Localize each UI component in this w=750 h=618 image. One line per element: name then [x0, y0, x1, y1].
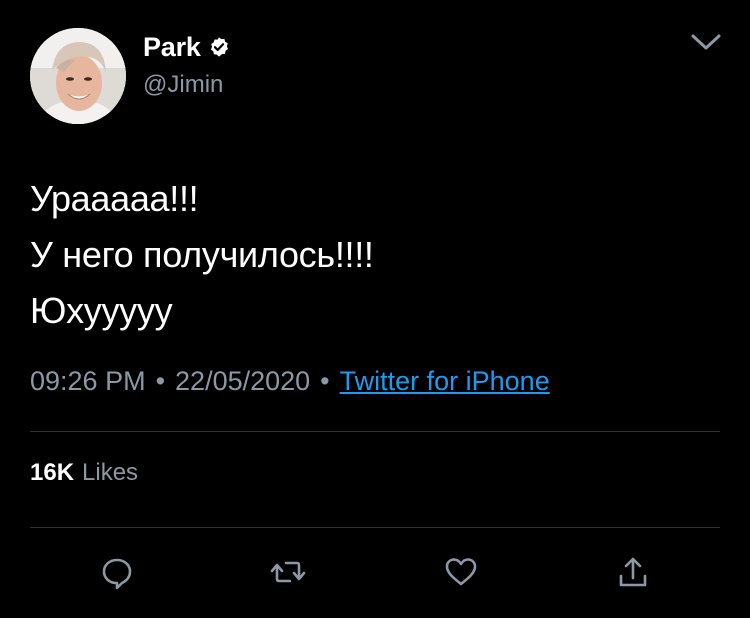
- likes-stat[interactable]: 16K Likes: [30, 456, 138, 490]
- tweet-text-line: Юхууууу: [30, 290, 173, 331]
- reply-icon: [102, 558, 132, 590]
- reply-button[interactable]: [97, 552, 137, 592]
- tweet-detail: Park @Jimin Урааааа!!! У него получилось…: [0, 0, 750, 618]
- divider: [30, 527, 720, 528]
- tweet-date: 22/05/2020: [175, 365, 311, 396]
- tweet-text-line: У него получилось!!!!: [30, 234, 374, 275]
- tweet-meta: 09:26 PM • 22/05/2020 • Twitter for iPho…: [30, 362, 550, 400]
- source-link[interactable]: Twitter for iPhone: [340, 366, 550, 397]
- like-button[interactable]: [441, 552, 481, 592]
- retweet-icon: [270, 561, 306, 583]
- meta-separator: •: [155, 365, 166, 396]
- display-name-row: Park: [143, 30, 230, 64]
- retweet-button[interactable]: [268, 552, 308, 592]
- likes-label: Likes: [82, 459, 139, 486]
- user-handle[interactable]: @Jimin: [143, 71, 230, 99]
- author-block: Park @Jimin: [143, 30, 230, 99]
- chevron-down-icon[interactable]: [690, 32, 722, 52]
- tweet-text-line: Урааааа!!!: [30, 178, 199, 219]
- avatar[interactable]: [30, 28, 126, 124]
- tweet-time: 09:26 PM: [30, 365, 146, 396]
- avatar-photo-icon: [30, 28, 126, 124]
- heart-icon: [445, 558, 477, 586]
- share-button[interactable]: [613, 552, 653, 592]
- display-name[interactable]: Park: [143, 32, 201, 63]
- likes-count: 16K: [30, 459, 75, 486]
- meta-separator: •: [320, 365, 330, 396]
- verified-badge-icon: [208, 36, 230, 58]
- tweet-text: Урааааа!!! У него получилось!!!! Юхууууу: [30, 171, 374, 339]
- share-icon: [619, 557, 647, 587]
- divider: [30, 431, 720, 432]
